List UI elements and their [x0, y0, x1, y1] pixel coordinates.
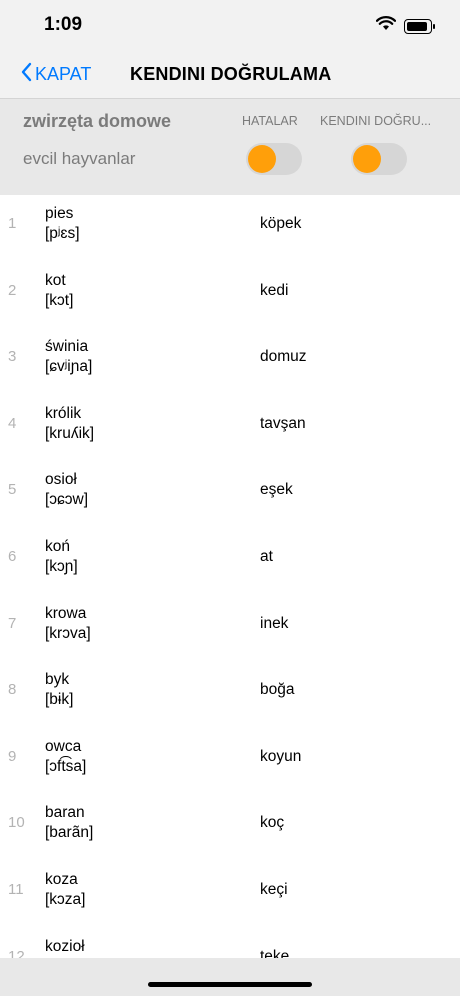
row-word: koń — [45, 538, 70, 555]
errors-label: HATALAR — [242, 114, 298, 128]
row-index: 1 — [8, 215, 17, 232]
close-button-label: KAPAT — [35, 64, 92, 84]
close-button[interactable]: KAPAT — [20, 62, 91, 87]
row-word: kot — [45, 271, 66, 289]
row-transcription: [bɨk] — [45, 691, 74, 709]
word-row[interactable]: 9 owca [ɔft͡sa] koyun — [0, 728, 460, 795]
row-index: 9 — [8, 747, 17, 765]
row-word: byk — [45, 671, 70, 689]
status-time: 1:09 — [44, 14, 83, 35]
self-check-toggle[interactable] — [351, 143, 407, 175]
word-row[interactable]: 11 koza [kɔza] keçi — [0, 861, 460, 928]
self-check-label: KENDINI DOĞRU... — [320, 114, 432, 128]
navigation-bar: KAPAT KENDINI DOĞRULAMA — [0, 50, 460, 99]
word-row[interactable]: 12 kozioł teke — [0, 928, 460, 958]
row-translation: tavşan — [260, 414, 306, 432]
self-check-toggle-knob — [353, 145, 381, 173]
row-translation: kedi — [260, 281, 289, 299]
row-index: 4 — [8, 414, 17, 432]
page-title: KENDINI DOĞRULAMA — [130, 64, 332, 84]
deck-subtitle: evcil hayvanlar — [23, 149, 136, 168]
row-transcription: [kɔt] — [45, 291, 74, 309]
row-translation: eşek — [260, 481, 293, 499]
row-translation: inek — [260, 614, 289, 632]
row-index: 12 — [8, 947, 25, 958]
word-row[interactable]: 6 koń [kɔɲ] at — [0, 528, 460, 595]
row-translation: domuz — [260, 348, 307, 366]
row-transcription: [ɔɕɔw] — [45, 491, 89, 509]
row-translation: teke — [260, 947, 290, 958]
battery-icon — [404, 18, 435, 34]
row-transcription: [kɔɲ] — [45, 558, 78, 575]
row-transcription: [ɕvʲiɲa] — [45, 358, 93, 376]
row-translation: koç — [260, 814, 285, 832]
row-transcription: [krɔva] — [45, 624, 91, 642]
row-word: pies — [45, 205, 74, 222]
row-word: owca — [45, 737, 82, 755]
word-row[interactable]: 3 świnia [ɕvʲiɲa] domuz — [0, 328, 460, 395]
row-transcription: [kruʎik] — [45, 424, 95, 442]
row-word: kozioł — [45, 937, 85, 955]
row-index: 5 — [8, 481, 17, 499]
row-transcription: [kɔza] — [45, 891, 86, 908]
wifi-icon — [375, 16, 397, 36]
row-translation: at — [260, 548, 273, 565]
deck-header: zwirzęta domowe evcil hayvanlar HATALAR … — [0, 99, 460, 195]
word-row[interactable]: 5 osioł [ɔɕɔw] eşek — [0, 461, 460, 528]
row-index: 3 — [8, 348, 17, 366]
errors-toggle[interactable] — [246, 143, 302, 175]
row-index: 11 — [8, 881, 24, 898]
word-row[interactable]: 4 królik [kruʎik] tavşan — [0, 395, 460, 462]
row-translation: köpek — [260, 215, 302, 232]
row-word: królik — [45, 404, 82, 422]
row-word: koza — [45, 871, 78, 888]
row-translation: keçi — [260, 881, 288, 898]
row-transcription: [ɔft͡sa] — [45, 757, 87, 775]
word-row[interactable]: 1 pies [pʲɛs] köpek — [0, 195, 460, 262]
word-list[interactable]: 1 pies [pʲɛs] köpek 2 kot [kɔt] kedi 3 świnia [ɕvʲ… — [0, 195, 460, 958]
word-row[interactable]: 8 byk [bɨk] boğa — [0, 661, 460, 728]
word-row[interactable]: 10 baran [barãn] koç — [0, 794, 460, 861]
status-bar: 1:09 — [0, 0, 460, 50]
errors-toggle-knob — [248, 145, 276, 173]
deck-title: zwirzęta domowe — [23, 111, 172, 131]
home-indicator — [148, 982, 312, 987]
row-index: 10 — [8, 814, 25, 832]
row-word: krowa — [45, 604, 87, 622]
row-transcription: [barãn] — [45, 824, 94, 842]
row-word: baran — [45, 804, 85, 822]
row-word: osioł — [45, 471, 77, 489]
row-translation: boğa — [260, 681, 295, 699]
status-icons — [375, 16, 435, 36]
row-transcription: [pʲɛs] — [45, 225, 80, 242]
word-row[interactable]: 7 krowa [krɔva] inek — [0, 595, 460, 662]
row-index: 7 — [8, 614, 17, 632]
row-index: 6 — [8, 548, 17, 565]
row-index: 2 — [8, 281, 17, 299]
chevron-left-icon — [20, 62, 32, 87]
row-index: 8 — [8, 681, 17, 699]
row-translation: koyun — [260, 747, 302, 765]
bottom-bar — [0, 958, 460, 996]
word-row[interactable]: 2 kot [kɔt] kedi — [0, 262, 460, 329]
row-word: świnia — [45, 338, 89, 356]
